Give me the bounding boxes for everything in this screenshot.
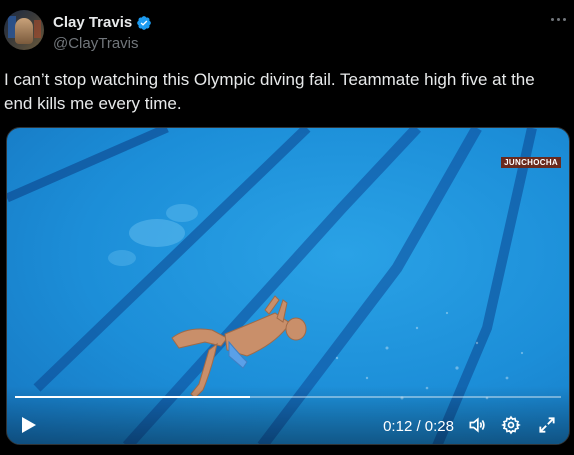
video-player[interactable]: JUNCHOCHA 0:12 / 0:28 — [6, 127, 570, 445]
avatar[interactable] — [4, 10, 44, 50]
diver — [171, 295, 307, 399]
author-name-row: Clay Travis — [53, 14, 152, 31]
verified-badge-icon — [137, 15, 152, 30]
tweet-text: I can’t stop watching this Olympic divin… — [4, 70, 535, 113]
volume-icon[interactable] — [467, 415, 487, 435]
video-controls: 0:12 / 0:28 — [7, 386, 569, 444]
more-options-icon[interactable] — [548, 12, 568, 26]
play-icon[interactable] — [21, 416, 37, 434]
video-watermark: JUNCHOCHA — [501, 157, 561, 168]
gear-icon[interactable] — [501, 415, 521, 435]
video-time: 0:12 / 0:28 — [383, 418, 454, 435]
fullscreen-icon[interactable] — [537, 415, 557, 435]
progress-bar[interactable] — [15, 396, 561, 398]
author-display-name[interactable]: Clay Travis — [53, 14, 132, 31]
progress-bar-fill — [15, 396, 250, 398]
author-handle[interactable]: @ClayTravis — [53, 35, 139, 52]
